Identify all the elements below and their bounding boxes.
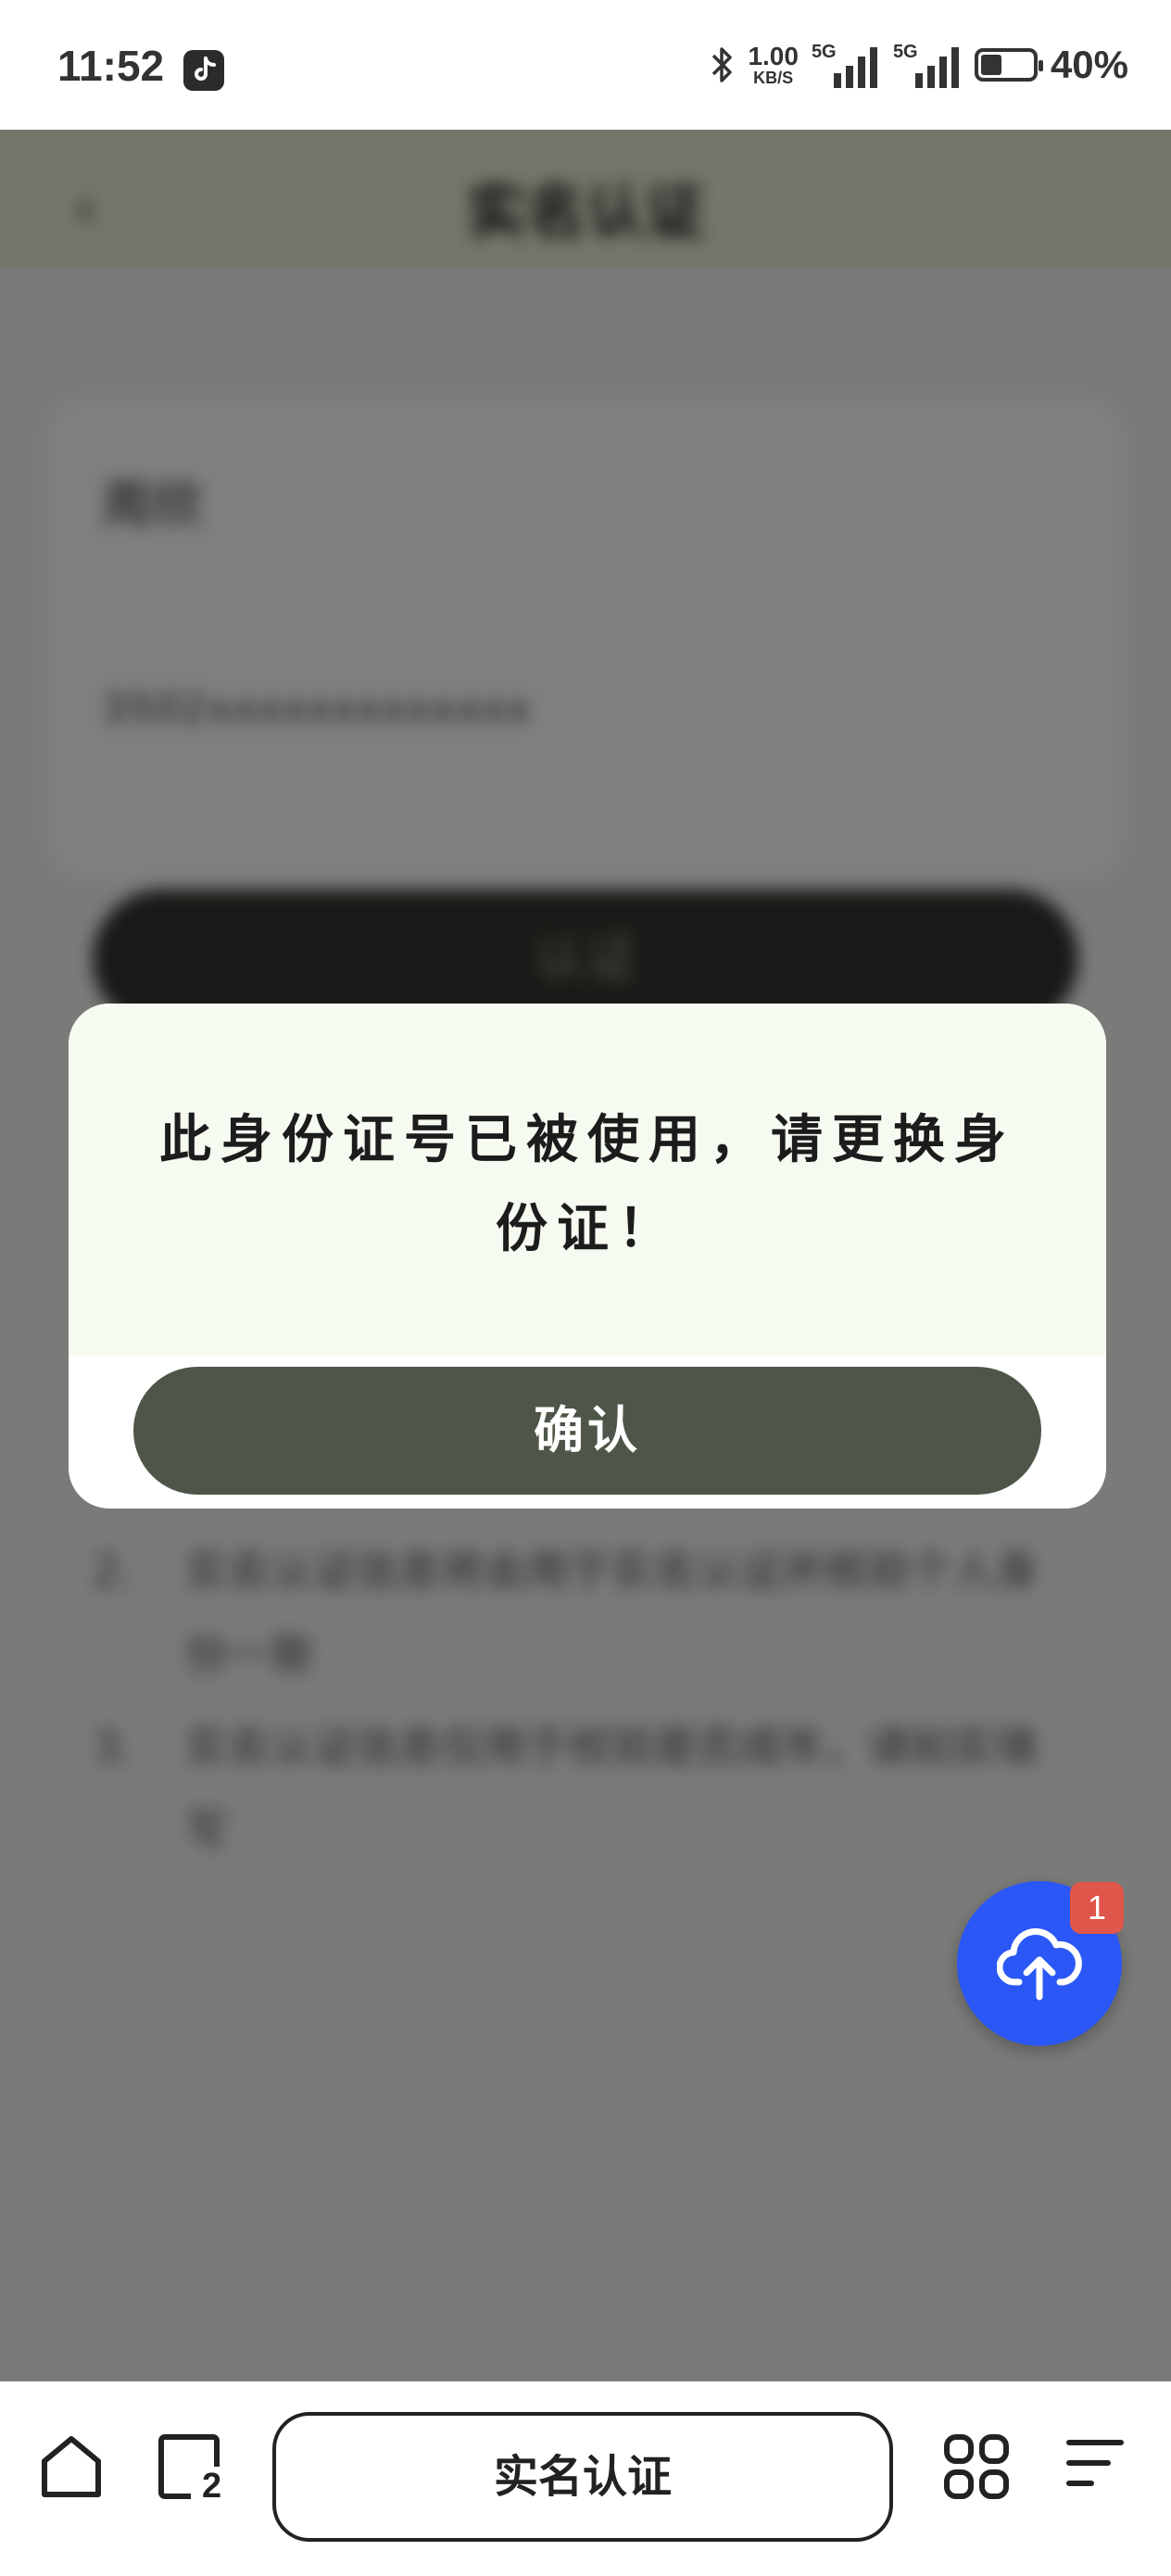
battery-percent: 40% bbox=[1050, 43, 1128, 86]
network-speed-value: 1.00 bbox=[748, 42, 799, 70]
menu-icon bbox=[1066, 2440, 1124, 2486]
battery-level bbox=[980, 55, 1001, 75]
signal-bars-icon bbox=[914, 47, 959, 88]
bottom-toolbar: 2 实名认证 bbox=[0, 2381, 1171, 2576]
cloud-upload-icon bbox=[997, 1927, 1082, 2001]
signal-bars-icon bbox=[833, 47, 877, 88]
dialog-message: 此身份证号已被使用，请更换身份证！ bbox=[159, 1110, 1015, 1259]
network-speed-unit: KB/S bbox=[753, 69, 794, 87]
signal-2: 5G bbox=[893, 42, 962, 88]
apps-button[interactable] bbox=[943, 2433, 1010, 2504]
upload-badge: 1 bbox=[1070, 1882, 1124, 1934]
status-bar: 11:52 1.00 KB/S 5G 5G 40% bbox=[0, 0, 1171, 130]
status-time: 11:52 bbox=[57, 42, 165, 90]
signal-1: 5G bbox=[812, 42, 880, 88]
grid-icon bbox=[944, 2434, 1009, 2499]
tiktok-icon bbox=[183, 50, 224, 91]
address-bar[interactable]: 实名认证 bbox=[272, 2412, 893, 2542]
network-speed: 1.00 KB/S bbox=[748, 42, 799, 87]
bluetooth-icon bbox=[712, 47, 733, 82]
alert-dialog: 此身份证号已被使用，请更换身份证！ 确认 bbox=[69, 1004, 1106, 1509]
confirm-button[interactable]: 确认 bbox=[133, 1367, 1041, 1495]
battery-icon bbox=[974, 48, 1043, 82]
menu-button[interactable] bbox=[1065, 2433, 1125, 2496]
home-icon bbox=[42, 2436, 101, 2497]
tabs-button[interactable]: 2 bbox=[157, 2433, 224, 2506]
home-button[interactable] bbox=[39, 2433, 104, 2504]
tabs-count: 2 bbox=[202, 2467, 222, 2506]
status-indicators: 1.00 KB/S 5G 5G 40% bbox=[711, 37, 1128, 93]
